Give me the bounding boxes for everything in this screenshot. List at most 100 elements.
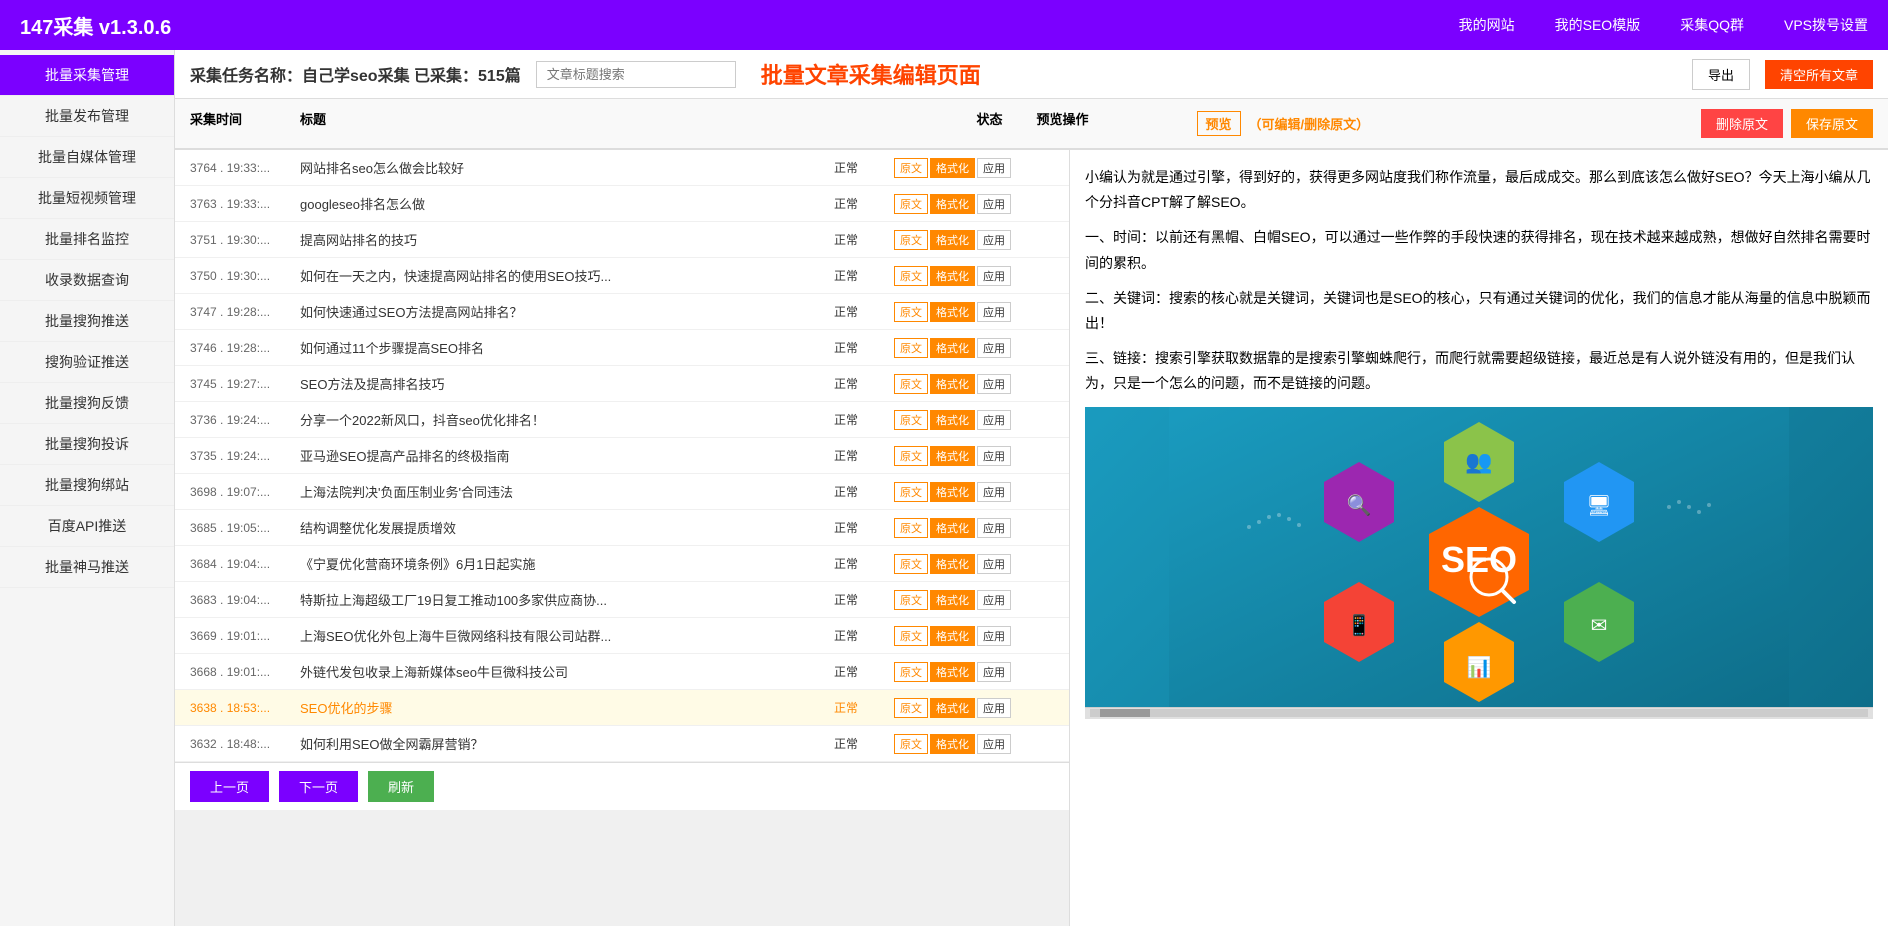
btn-original[interactable]: 原文	[894, 482, 928, 502]
horizontal-scrollbar[interactable]	[1085, 707, 1873, 719]
btn-original[interactable]: 原文	[894, 554, 928, 574]
table-row[interactable]: 3763 . 19:33:... googleseo排名怎么做 正常 原文 格式…	[175, 186, 1069, 222]
scrollbar-thumb[interactable]	[1100, 709, 1150, 717]
table-row[interactable]: 3750 . 19:30:... 如何在一天之内，快速提高网站排名的使用SEO技…	[175, 258, 1069, 294]
btn-format[interactable]: 格式化	[930, 482, 975, 502]
next-page-button[interactable]: 下一页	[279, 771, 358, 802]
btn-apply[interactable]: 应用	[977, 374, 1011, 394]
btn-original[interactable]: 原文	[894, 302, 928, 322]
btn-format[interactable]: 格式化	[930, 446, 975, 466]
table-row[interactable]: 3632 . 18:48:... 如何利用SEO做全网霸屏营销？ 正常 原文 格…	[175, 726, 1069, 762]
btn-apply[interactable]: 应用	[977, 482, 1011, 502]
btn-original[interactable]: 原文	[894, 374, 928, 394]
btn-format[interactable]: 格式化	[930, 338, 975, 358]
table-row[interactable]: 3764 . 19:33:... 网站排名seo怎么做会比较好 正常 原文 格式…	[175, 150, 1069, 186]
btn-original[interactable]: 原文	[894, 698, 928, 718]
btn-original[interactable]: 原文	[894, 662, 928, 682]
btn-apply[interactable]: 应用	[977, 266, 1011, 286]
btn-original[interactable]: 原文	[894, 194, 928, 214]
btn-format[interactable]: 格式化	[930, 662, 975, 682]
btn-original[interactable]: 原文	[894, 158, 928, 178]
nav-seo-template[interactable]: 我的SEO模版	[1555, 15, 1641, 35]
btn-apply[interactable]: 应用	[977, 302, 1011, 322]
sidebar-item-batch-rank[interactable]: 批量排名监控	[0, 219, 174, 260]
clear-all-button[interactable]: 清空所有文章	[1765, 60, 1873, 89]
btn-format[interactable]: 格式化	[930, 266, 975, 286]
table-row[interactable]: 3751 . 19:30:... 提高网站排名的技巧 正常 原文 格式化 应用	[175, 222, 1069, 258]
del-original-button[interactable]: 删除原文	[1701, 109, 1783, 138]
btn-apply[interactable]: 应用	[977, 194, 1011, 214]
article-time: 3632 . 18:48:...	[190, 737, 300, 751]
nav-my-site[interactable]: 我的网站	[1459, 15, 1515, 35]
btn-apply[interactable]: 应用	[977, 338, 1011, 358]
btn-apply[interactable]: 应用	[977, 518, 1011, 538]
nav-vps-settings[interactable]: VPS拨号设置	[1784, 15, 1868, 35]
table-row[interactable]: 3747 . 19:28:... 如何快速通过SEO方法提高网站排名？ 正常 原…	[175, 294, 1069, 330]
sidebar-item-shenma-push[interactable]: 批量神马推送	[0, 547, 174, 588]
btn-original[interactable]: 原文	[894, 410, 928, 430]
table-row[interactable]: 3745 . 19:27:... SEO方法及提高排名技巧 正常 原文 格式化 …	[175, 366, 1069, 402]
table-row[interactable]: 3668 . 19:01:... 外链代发包收录上海新媒体seo牛巨微科技公司 …	[175, 654, 1069, 690]
save-original-button[interactable]: 保存原文	[1791, 109, 1873, 138]
btn-original[interactable]: 原文	[894, 446, 928, 466]
btn-apply[interactable]: 应用	[977, 446, 1011, 466]
search-input[interactable]	[536, 61, 736, 88]
btn-apply[interactable]: 应用	[977, 158, 1011, 178]
btn-original[interactable]: 原文	[894, 590, 928, 610]
preview-para-2: 二、关键词：搜索的核心就是关键词，关键词也是SEO的核心，只有通过关键词的优化，…	[1085, 286, 1873, 336]
table-row[interactable]: 3685 . 19:05:... 结构调整优化发展提质增效 正常 原文 格式化 …	[175, 510, 1069, 546]
btn-format[interactable]: 格式化	[930, 734, 975, 754]
btn-format[interactable]: 格式化	[930, 302, 975, 322]
sidebar-item-batch-video[interactable]: 批量短视频管理	[0, 178, 174, 219]
table-row[interactable]: 3638 . 18:53:... SEO优化的步骤 正常 原文 格式化 应用	[175, 690, 1069, 726]
btn-format[interactable]: 格式化	[930, 518, 975, 538]
btn-original[interactable]: 原文	[894, 338, 928, 358]
sidebar-item-baidu-api[interactable]: 百度API推送	[0, 506, 174, 547]
table-row[interactable]: 3669 . 19:01:... 上海SEO优化外包上海牛巨微网络科技有限公司站…	[175, 618, 1069, 654]
table-row[interactable]: 3698 . 19:07:... 上海法院判决'负面压制业务'合同违法 正常 原…	[175, 474, 1069, 510]
sidebar-item-sougou-push[interactable]: 批量搜狗推送	[0, 301, 174, 342]
btn-format[interactable]: 格式化	[930, 590, 975, 610]
article-status: 正常	[834, 663, 894, 680]
btn-format[interactable]: 格式化	[930, 626, 975, 646]
sidebar-item-sougou-complaint[interactable]: 批量搜狗投诉	[0, 424, 174, 465]
btn-original[interactable]: 原文	[894, 734, 928, 754]
table-row[interactable]: 3746 . 19:28:... 如何通过11个步骤提高SEO排名 正常 原文 …	[175, 330, 1069, 366]
btn-original[interactable]: 原文	[894, 518, 928, 538]
table-row[interactable]: 3683 . 19:04:... 特斯拉上海超级工厂19日复工推动100多家供应…	[175, 582, 1069, 618]
sidebar-item-batch-publish[interactable]: 批量发布管理	[0, 96, 174, 137]
btn-format[interactable]: 格式化	[930, 554, 975, 574]
btn-format[interactable]: 格式化	[930, 374, 975, 394]
article-ops: 原文 格式化 应用	[894, 194, 1054, 214]
sidebar-item-sougou-verify[interactable]: 搜狗验证推送	[0, 342, 174, 383]
btn-format[interactable]: 格式化	[930, 194, 975, 214]
sidebar-item-sougou-feedback[interactable]: 批量搜狗反馈	[0, 383, 174, 424]
btn-original[interactable]: 原文	[894, 230, 928, 250]
table-row[interactable]: 3684 . 19:04:... 《宁夏优化营商环境条例》6月1日起实施 正常 …	[175, 546, 1069, 582]
btn-format[interactable]: 格式化	[930, 698, 975, 718]
btn-format[interactable]: 格式化	[930, 230, 975, 250]
sidebar-item-sougou-bind[interactable]: 批量搜狗绑站	[0, 465, 174, 506]
sidebar-item-batch-media[interactable]: 批量自媒体管理	[0, 137, 174, 178]
btn-apply[interactable]: 应用	[977, 626, 1011, 646]
btn-format[interactable]: 格式化	[930, 158, 975, 178]
scrollbar-track[interactable]	[1090, 709, 1868, 717]
sidebar-item-record-query[interactable]: 收录数据查询	[0, 260, 174, 301]
btn-format[interactable]: 格式化	[930, 410, 975, 430]
btn-apply[interactable]: 应用	[977, 662, 1011, 682]
btn-apply[interactable]: 应用	[977, 734, 1011, 754]
export-button[interactable]: 导出	[1692, 59, 1750, 90]
btn-original[interactable]: 原文	[894, 626, 928, 646]
btn-apply[interactable]: 应用	[977, 698, 1011, 718]
btn-apply[interactable]: 应用	[977, 410, 1011, 430]
btn-original[interactable]: 原文	[894, 266, 928, 286]
sidebar-item-batch-collect[interactable]: 批量采集管理	[0, 55, 174, 96]
refresh-button[interactable]: 刷新	[368, 771, 434, 802]
btn-apply[interactable]: 应用	[977, 590, 1011, 610]
nav-qq-group[interactable]: 采集QQ群	[1680, 15, 1744, 35]
table-row[interactable]: 3735 . 19:24:... 亚马逊SEO提高产品排名的终极指南 正常 原文…	[175, 438, 1069, 474]
table-row[interactable]: 3736 . 19:24:... 分享一个2022新风口，抖音seo优化排名！ …	[175, 402, 1069, 438]
prev-page-button[interactable]: 上一页	[190, 771, 269, 802]
btn-apply[interactable]: 应用	[977, 554, 1011, 574]
btn-apply[interactable]: 应用	[977, 230, 1011, 250]
